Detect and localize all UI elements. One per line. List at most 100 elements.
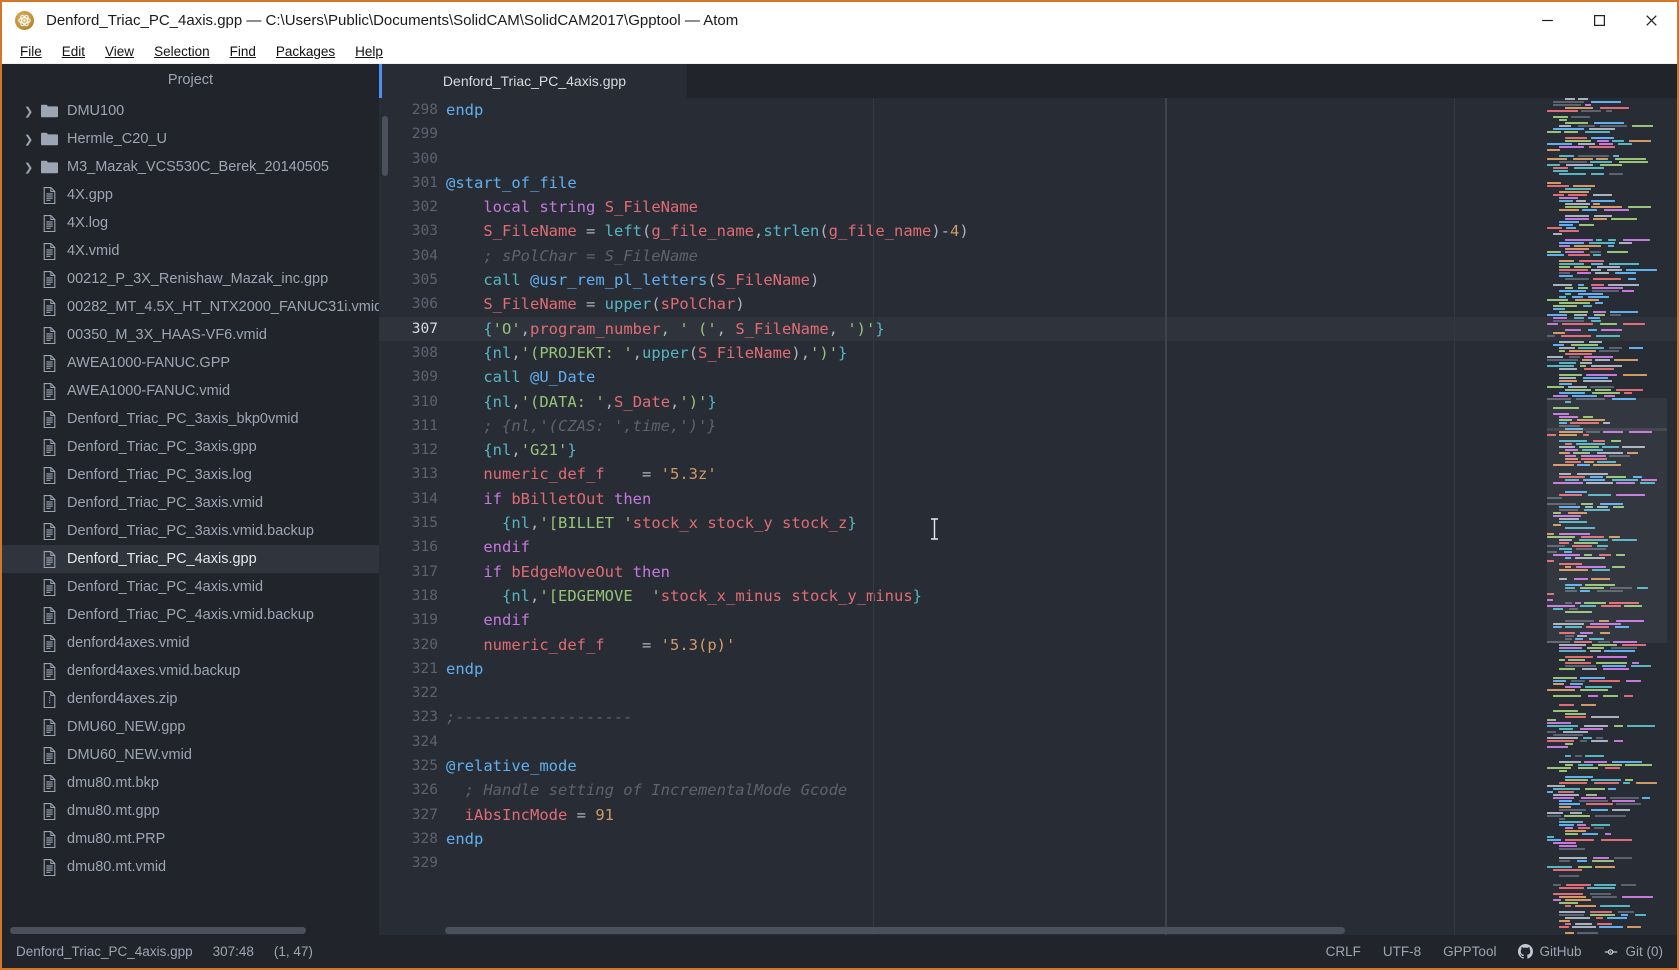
menu-view[interactable]: View: [95, 42, 144, 61]
tree-folder-row[interactable]: ❯ M3_Mazak_VCS530C_Berek_20140505: [2, 153, 379, 181]
tree-file-row[interactable]: DMU60_NEW.gpp: [2, 713, 379, 741]
tree-scrollbar-thumb[interactable]: [10, 927, 306, 934]
line-number: 319: [411, 612, 438, 629]
code-line[interactable]: 298 endp: [379, 98, 1677, 122]
tree-file-row[interactable]: 4X.vmid: [2, 237, 379, 265]
code-line[interactable]: 329: [379, 851, 1677, 875]
tree-file-row[interactable]: dmu80.mt.vmid: [2, 853, 379, 881]
code-line[interactable]: 320 numeric_def_f = '5.3(p)': [379, 633, 1677, 657]
code-line[interactable]: 314 if bBilletOut then: [379, 487, 1677, 511]
tree-file-row[interactable]: dmu80.mt.PRP: [2, 825, 379, 853]
tree-file-row[interactable]: Denford_Triac_PC_4axis.vmid.backup: [2, 601, 379, 629]
code-line[interactable]: 306 S_FileName = upper(sPolChar): [379, 292, 1677, 316]
editor-hscrollbar-thumb[interactable]: [445, 927, 1345, 934]
menu-packages[interactable]: Packages: [266, 42, 345, 61]
tree-file-row[interactable]: 00282_MT_4.5X_HT_NTX2000_FANUC31i.vmid: [2, 293, 379, 321]
tree-folder-row[interactable]: ❯ DMU100: [2, 97, 379, 125]
tree-file-row[interactable]: AWEA1000-FANUC.vmid: [2, 377, 379, 405]
status-git[interactable]: Git (0): [1603, 944, 1663, 959]
tree-file-row[interactable]: denford4axes.zip: [2, 685, 379, 713]
code-line[interactable]: 319 endif: [379, 608, 1677, 632]
tree-file-row[interactable]: Denford_Triac_PC_3axis.vmid.backup: [2, 517, 379, 545]
editor-vertical-scrollbar[interactable]: [381, 98, 389, 935]
code-line[interactable]: 300: [379, 147, 1677, 171]
code-line[interactable]: 324: [379, 730, 1677, 754]
code-line[interactable]: 321 endp: [379, 657, 1677, 681]
close-button[interactable]: [1625, 2, 1677, 39]
code-line[interactable]: 327 iAbsIncMode = 91: [379, 803, 1677, 827]
code-token: =: [576, 295, 605, 314]
line-number: 303: [411, 223, 438, 240]
tree-file-row[interactable]: AWEA1000-FANUC.GPP: [2, 349, 379, 377]
code-line[interactable]: 318 {nl,'[EDGEMOVE 'stock_x_minus stock_…: [379, 584, 1677, 608]
tree-file-row[interactable]: 4X.log: [2, 209, 379, 237]
tree-file-row[interactable]: dmu80.mt.gpp: [2, 797, 379, 825]
code-line[interactable]: 312 {nl,'G21'}: [379, 438, 1677, 462]
status-encoding[interactable]: UTF-8: [1383, 944, 1421, 959]
code-line[interactable]: 304 ; sPolChar = S_FileName: [379, 244, 1677, 268]
tree-file-row[interactable]: Denford_Triac_PC_4axis.vmid: [2, 573, 379, 601]
code-token: {: [502, 514, 512, 533]
status-cursor-position[interactable]: 307:48: [213, 944, 254, 959]
code-line[interactable]: 302 local string S_FileName: [379, 195, 1677, 219]
line-number: 316: [411, 539, 438, 556]
menu-help[interactable]: Help: [345, 42, 393, 61]
code-token: numeric_def_f: [483, 465, 605, 484]
tree-file-row[interactable]: 4X.gpp: [2, 181, 379, 209]
tree-file-row[interactable]: 00350_M_3X_HAAS-VF6.vmid: [2, 321, 379, 349]
code-line[interactable]: 326 ; Handle setting of IncrementalMode …: [379, 778, 1677, 802]
code-line[interactable]: 299: [379, 122, 1677, 146]
editor-body[interactable]: 298 endp 299 300 301 @start_of_file 302 local …: [379, 98, 1677, 935]
code-line[interactable]: 310 {nl,'(DATA: ',S_Date,')'}: [379, 390, 1677, 414]
code-line[interactable]: 309 call @U_Date: [379, 365, 1677, 389]
status-grammar[interactable]: GPPTool: [1443, 944, 1496, 959]
status-selection-count[interactable]: (1, 47): [274, 944, 313, 959]
tree-file-row[interactable]: DMU60_NEW.vmid: [2, 741, 379, 769]
tree-horizontal-scrollbar[interactable]: [2, 925, 379, 935]
chevron-right-icon[interactable]: ❯: [24, 161, 39, 174]
chevron-right-icon[interactable]: ❯: [24, 133, 39, 146]
tree-file-row[interactable]: Denford_Triac_PC_4axis.gpp: [2, 545, 379, 573]
editor-scrollbar-thumb[interactable]: [382, 116, 388, 176]
tree-file-row[interactable]: Denford_Triac_PC_3axis.vmid: [2, 489, 379, 517]
code-line[interactable]: 311 ; {nl,'(CZAS: ',time,')'}: [379, 414, 1677, 438]
menu-edit[interactable]: Edit: [52, 42, 95, 61]
status-line-ending[interactable]: CRLF: [1326, 944, 1361, 959]
code-line[interactable]: 307 {'O',program_number, ' (', S_FileNam…: [379, 316, 1677, 341]
tree-file-row[interactable]: dmu80.mt.bkp: [2, 769, 379, 797]
code-line[interactable]: 322: [379, 681, 1677, 705]
code-token: S_FileName: [483, 295, 577, 314]
tree-file-row[interactable]: 00212_P_3X_Renishaw_Mazak_inc.gpp: [2, 265, 379, 293]
code-content[interactable]: 298 endp 299 300 301 @start_of_file 302 local …: [379, 98, 1677, 935]
status-github[interactable]: GitHub: [1518, 944, 1581, 959]
minimize-button[interactable]: [1521, 2, 1573, 39]
code-line[interactable]: 328 endp: [379, 827, 1677, 851]
code-line[interactable]: 315 {nl,'[BILLET 'stock_x stock_y stock_…: [379, 511, 1677, 535]
tree-file-row[interactable]: denford4axes.vmid.backup: [2, 657, 379, 685]
tree-file-row[interactable]: denford4axes.vmid: [2, 629, 379, 657]
status-file-name[interactable]: Denford_Triac_PC_4axis.gpp: [16, 944, 193, 959]
menu-find[interactable]: Find: [220, 42, 266, 61]
code-line[interactable]: 316 endif: [379, 535, 1677, 559]
chevron-right-icon[interactable]: ❯: [24, 105, 39, 118]
code-token: endp: [446, 101, 484, 119]
tree-folder-row[interactable]: ❯ Hermle_C20_U: [2, 125, 379, 153]
code-line[interactable]: 325 @relative_mode: [379, 754, 1677, 778]
code-line[interactable]: 301 @start_of_file: [379, 171, 1677, 195]
maximize-button[interactable]: [1573, 2, 1625, 39]
tree-file-row[interactable]: Denford_Triac_PC_3axis.gpp: [2, 433, 379, 461]
code-line[interactable]: 317 if bEdgeMoveOut then: [379, 560, 1677, 584]
code-line[interactable]: 323 ;-------------------: [379, 705, 1677, 729]
tree-file-row[interactable]: Denford_Triac_PC_3axis.log: [2, 461, 379, 489]
editor-horizontal-scrollbar[interactable]: [379, 926, 1677, 935]
code-line[interactable]: 305 call @usr_rem_pl_letters(S_FileName): [379, 268, 1677, 292]
project-file-tree[interactable]: ❯ DMU100 ❯ Hermle_C20_U ❯ M3_Mazak_VCS530C_Be…: [2, 97, 379, 935]
code-line[interactable]: 313 numeric_def_f = '5.3z': [379, 462, 1677, 486]
tab-denford-triac-pc-4axis-gpp[interactable]: Denford_Triac_PC_4axis.gpp: [379, 64, 687, 98]
file-icon: [39, 466, 60, 484]
code-line[interactable]: 303 S_FileName = left(g_file_name,strlen…: [379, 219, 1677, 243]
menu-selection[interactable]: Selection: [144, 42, 220, 61]
tree-file-row[interactable]: Denford_Triac_PC_3axis_bkp0vmid: [2, 405, 379, 433]
menu-file[interactable]: File: [10, 42, 52, 61]
code-line[interactable]: 308 {nl,'(PROJEKT: ',upper(S_FileName),'…: [379, 341, 1677, 365]
